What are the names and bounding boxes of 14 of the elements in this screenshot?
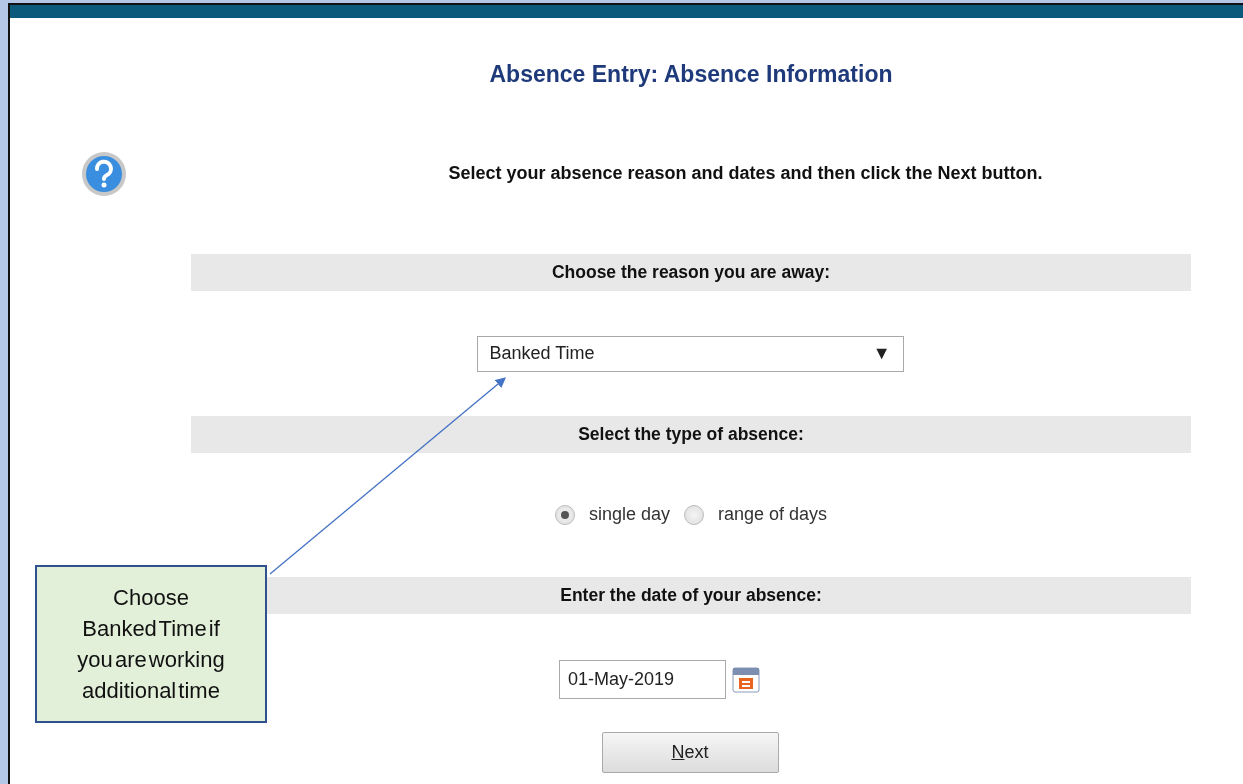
reason-dropdown[interactable]: Banked Time ▼ (476, 335, 904, 372)
instruction-text: Select your absence reason and dates and then click the Next button. (447, 162, 1044, 186)
radio-button[interactable] (554, 504, 575, 525)
next-button[interactable]: Next (601, 731, 779, 773)
page-title: Absence Entry: Absence Information (488, 60, 894, 89)
section-heading: Choose the reason you are away: (191, 253, 1191, 291)
radio-label[interactable]: single day (588, 501, 670, 529)
section-heading: Select the type of absence: (191, 415, 1191, 453)
help-icon[interactable] (81, 150, 127, 197)
radio-label[interactable]: range of days (718, 501, 828, 529)
radio-button[interactable] (684, 504, 704, 525)
date-input-field[interactable]: 01-May-2019 (559, 659, 726, 699)
dropdown-arrow-icon: ▼ (872, 340, 891, 368)
calendar-icon[interactable] (731, 664, 761, 695)
